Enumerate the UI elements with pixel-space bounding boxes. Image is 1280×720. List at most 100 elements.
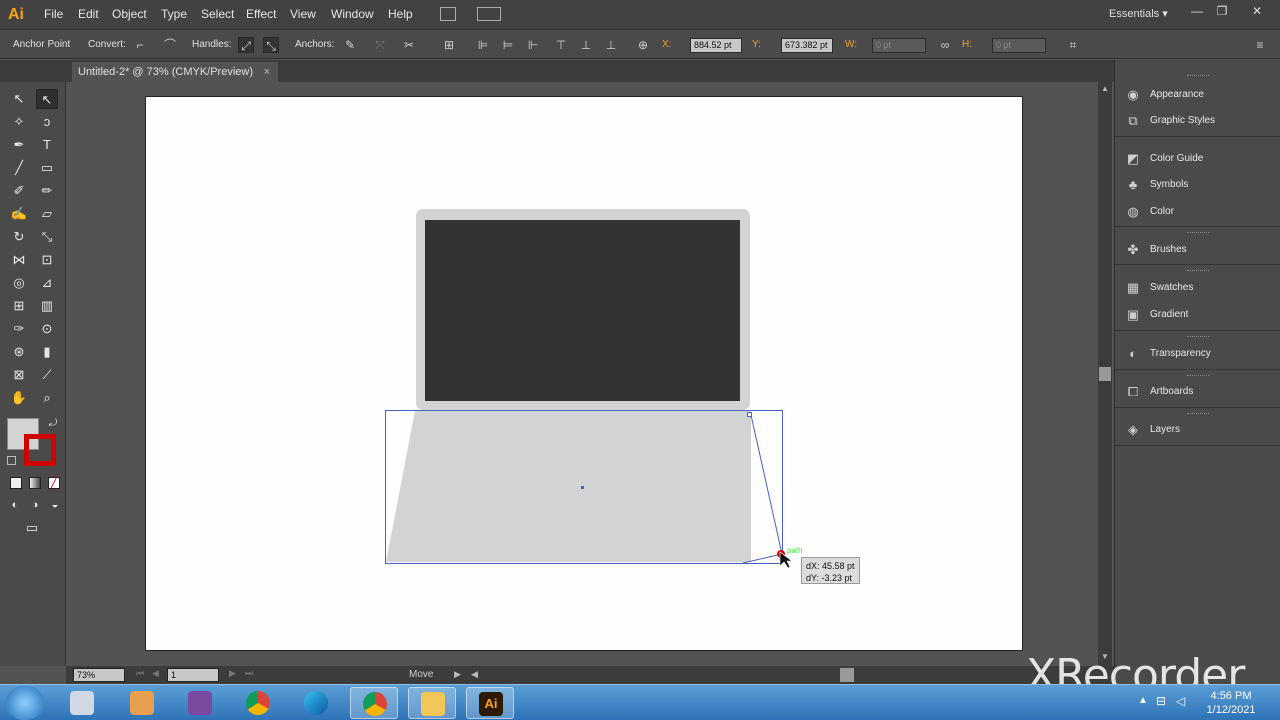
panel-color[interactable]: ◍ Color bbox=[1115, 200, 1280, 224]
color-mode-icon[interactable] bbox=[10, 477, 22, 489]
minimize-button[interactable]: — bbox=[1186, 3, 1208, 19]
isolate-icon[interactable]: ⌗ bbox=[1065, 37, 1081, 53]
type-tool-icon[interactable]: T bbox=[36, 135, 58, 155]
close-tab-icon[interactable]: × bbox=[264, 62, 270, 82]
default-colors-icon[interactable] bbox=[7, 456, 16, 465]
bridge-icon[interactable] bbox=[440, 7, 456, 21]
document-tab[interactable]: Untitled-2* @ 73% (CMYK/Preview) × bbox=[72, 62, 278, 82]
rectangle-tool-icon[interactable]: ▭ bbox=[36, 158, 58, 178]
menu-help[interactable]: Help bbox=[388, 7, 413, 21]
menu-select[interactable]: Select bbox=[201, 7, 234, 21]
network-icon[interactable]: ⊟ bbox=[1156, 694, 1166, 708]
panel-appearance[interactable]: ◉ Appearance bbox=[1115, 83, 1280, 107]
menu-object[interactable]: Object bbox=[112, 7, 147, 21]
zoom-field[interactable]: 73% bbox=[73, 668, 125, 682]
volume-icon[interactable]: ◁ bbox=[1176, 694, 1185, 708]
taskbar-winrar[interactable] bbox=[176, 687, 224, 719]
perspective-grid-tool-icon[interactable]: ⊿ bbox=[36, 273, 58, 293]
y-field[interactable]: 673.382 pt bbox=[781, 38, 833, 53]
align-top-icon[interactable]: ⊤ bbox=[553, 37, 569, 53]
connect-anchors-icon[interactable]: ⤧ bbox=[372, 37, 388, 53]
panel-graphic-styles[interactable]: ⧉ Graphic Styles bbox=[1115, 109, 1280, 133]
remove-anchor-icon[interactable]: ✎ bbox=[342, 37, 358, 53]
restore-button[interactable]: ❐ bbox=[1211, 3, 1233, 19]
scroll-up-icon[interactable]: ▲ bbox=[1101, 84, 1109, 93]
draw-normal-icon[interactable]: ◐ bbox=[4, 495, 26, 515]
workspace-switcher[interactable]: Essentials ▾ bbox=[1109, 7, 1168, 20]
taskbar-paint[interactable] bbox=[118, 687, 166, 719]
taskbar-file-explorer[interactable] bbox=[408, 687, 456, 719]
none-mode-icon[interactable]: ╱ bbox=[48, 477, 60, 489]
panel-color-guide[interactable]: ◩ Color Guide bbox=[1115, 147, 1280, 171]
gradient-tool-icon[interactable]: ▥ bbox=[36, 296, 58, 316]
vertical-scroll-thumb[interactable] bbox=[1099, 367, 1111, 381]
arrange-documents-icon[interactable] bbox=[477, 7, 501, 21]
draw-inside-icon[interactable]: ◒ bbox=[44, 495, 66, 515]
dock-grip[interactable] bbox=[1187, 270, 1209, 272]
close-button[interactable]: ✕ bbox=[1246, 3, 1268, 19]
h-field[interactable]: 0 pt bbox=[992, 38, 1046, 53]
taskbar-illustrator[interactable]: Ai bbox=[466, 687, 514, 719]
artboard-tool-icon[interactable]: ⊠ bbox=[8, 365, 30, 385]
cut-path-icon[interactable]: ✂ bbox=[401, 37, 417, 53]
hide-handles-icon[interactable]: ⤡ bbox=[263, 37, 279, 53]
panel-layers[interactable]: ◈ Layers bbox=[1115, 418, 1280, 442]
pen-tool-icon[interactable]: ✒ bbox=[8, 135, 30, 155]
status-menu-icon[interactable]: ▶ bbox=[454, 669, 461, 680]
x-field[interactable]: 884.52 pt bbox=[690, 38, 742, 53]
zoom-tool-icon[interactable]: ⌕ bbox=[36, 388, 58, 408]
taskbar-chrome-profile[interactable] bbox=[350, 687, 398, 719]
blend-tool-icon[interactable]: ⊙ bbox=[36, 319, 58, 339]
convert-smooth-icon[interactable]: ⌒ bbox=[162, 37, 178, 53]
reference-point-icon[interactable]: ⊕ bbox=[635, 37, 651, 53]
align-middle-icon[interactable]: ⊥ bbox=[578, 37, 594, 53]
screen-mode-icon[interactable]: ▭ bbox=[21, 518, 43, 538]
line-tool-icon[interactable]: ╱ bbox=[8, 158, 30, 178]
gradient-mode-icon[interactable] bbox=[29, 477, 41, 489]
panel-brushes[interactable]: ✤ Brushes bbox=[1115, 238, 1280, 262]
pencil-tool-icon[interactable]: ✏ bbox=[36, 181, 58, 201]
hand-tool-icon[interactable]: ✋ bbox=[8, 388, 30, 408]
convert-corner-icon[interactable]: ⌐ bbox=[132, 37, 148, 53]
status-text[interactable]: Move bbox=[409, 669, 433, 680]
eraser-tool-icon[interactable]: ▱ bbox=[36, 204, 58, 224]
paintbrush-tool-icon[interactable]: ✐ bbox=[8, 181, 30, 201]
laptop-screen-shape[interactable] bbox=[425, 220, 740, 401]
mesh-tool-icon[interactable]: ⊞ bbox=[8, 296, 30, 316]
artboard-number-field[interactable]: 1 bbox=[167, 668, 219, 682]
align-bottom-icon[interactable]: ⊥ bbox=[603, 37, 619, 53]
blob-brush-tool-icon[interactable]: ✍ bbox=[8, 204, 30, 224]
panel-symbols[interactable]: ♣ Symbols bbox=[1115, 173, 1280, 197]
eyedropper-tool-icon[interactable]: ✑ bbox=[8, 319, 30, 339]
menu-edit[interactable]: Edit bbox=[78, 7, 99, 21]
taskbar-calculator[interactable] bbox=[58, 687, 106, 719]
menu-effect[interactable]: Effect bbox=[246, 7, 276, 21]
selection-tool-icon[interactable]: ↖ bbox=[8, 89, 30, 109]
panel-artboards[interactable]: ⧠ Artboards bbox=[1115, 380, 1280, 404]
tray-arrow-icon[interactable]: ▲ bbox=[1138, 695, 1148, 706]
menu-file[interactable]: File bbox=[44, 7, 63, 21]
graph-tool-icon[interactable]: ▮ bbox=[36, 342, 58, 362]
panel-menu-icon[interactable]: ≡ bbox=[1252, 37, 1268, 53]
previous-artboard-icon[interactable]: ◀ bbox=[152, 668, 159, 679]
dock-grip[interactable] bbox=[1187, 75, 1209, 77]
menu-window[interactable]: Window bbox=[331, 7, 374, 21]
free-transform-tool-icon[interactable]: ⊡ bbox=[36, 250, 58, 270]
shape-builder-tool-icon[interactable]: ◎ bbox=[8, 273, 30, 293]
symbol-sprayer-tool-icon[interactable]: ⊛ bbox=[8, 342, 30, 362]
rotate-tool-icon[interactable]: ↻ bbox=[8, 227, 30, 247]
next-artboard-icon[interactable]: ▶ bbox=[229, 668, 236, 679]
system-clock[interactable]: 4:56 PM 1/12/2021 bbox=[1196, 689, 1266, 717]
transform-icon[interactable]: ⊞ bbox=[441, 37, 457, 53]
draw-behind-icon[interactable]: ◑ bbox=[24, 495, 46, 515]
magic-wand-tool-icon[interactable]: ✧ bbox=[8, 112, 30, 132]
stroke-swatch[interactable] bbox=[24, 434, 56, 466]
first-artboard-icon[interactable]: ⏮ bbox=[136, 668, 144, 679]
last-artboard-icon[interactable]: ⏭ bbox=[245, 668, 253, 679]
taskbar-edge[interactable] bbox=[292, 687, 340, 719]
dock-grip[interactable] bbox=[1187, 413, 1209, 415]
panel-transparency[interactable]: ◐ Transparency bbox=[1115, 342, 1280, 366]
start-button[interactable] bbox=[6, 686, 44, 720]
scale-tool-icon[interactable]: ⤡ bbox=[36, 227, 58, 247]
align-center-icon[interactable]: ⊨ bbox=[500, 37, 516, 53]
